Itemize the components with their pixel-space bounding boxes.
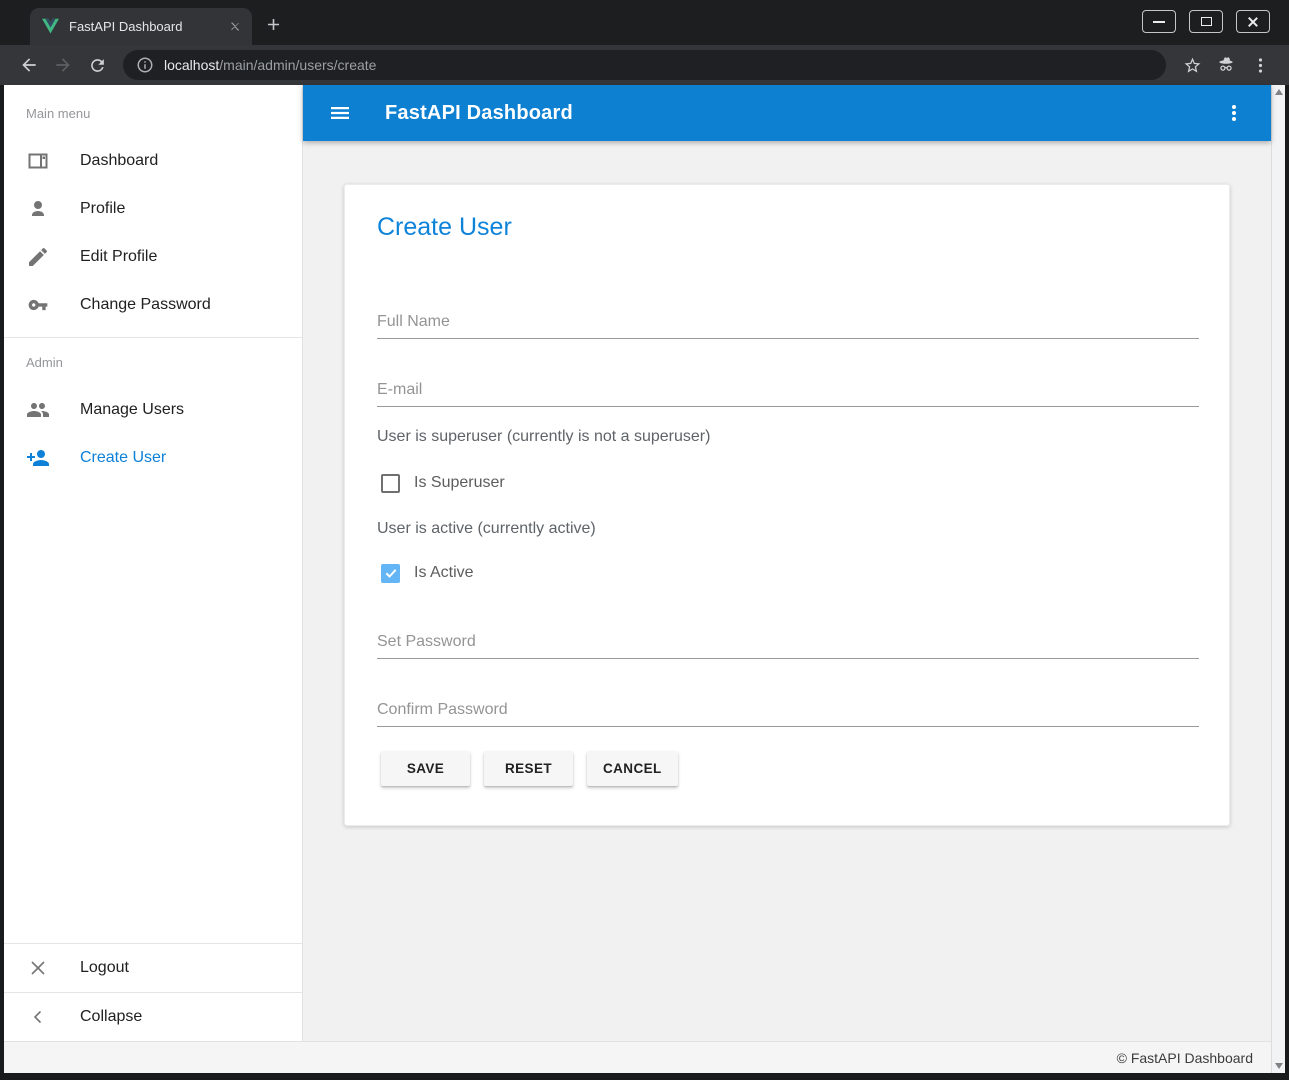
sidebar-item-manage-users[interactable]: Manage Users xyxy=(4,386,302,434)
dashboard-icon xyxy=(26,149,50,173)
sidebar-item-label: Change Password xyxy=(80,296,211,314)
email-field-wrapper xyxy=(377,373,1199,407)
superuser-checkbox-row: Is Superuser xyxy=(381,471,505,495)
sidebar-item-label: Dashboard xyxy=(80,152,158,170)
bookmark-star-icon[interactable] xyxy=(1178,51,1206,79)
superuser-checkbox[interactable] xyxy=(381,474,400,493)
full-name-input[interactable] xyxy=(377,305,1199,338)
browser-menu-icon[interactable] xyxy=(1246,51,1274,79)
sidebar-section-header-main-menu: Main menu xyxy=(4,89,302,137)
sidebar: Main menu Dashboard Profile xyxy=(4,85,303,1041)
active-hint: User is active (currently active) xyxy=(377,517,596,541)
logout-x-icon xyxy=(26,956,50,980)
browser-toolbar: localhost/main/admin/users/create xyxy=(0,45,1289,85)
sidebar-item-label: Logout xyxy=(80,959,129,977)
site-info-icon[interactable] xyxy=(136,56,154,74)
set-password-field-wrapper xyxy=(377,625,1199,659)
url-path: /main/admin/users/create xyxy=(219,57,376,73)
sidebar-item-create-user[interactable]: Create User xyxy=(4,434,302,482)
superuser-checkbox-label[interactable]: Is Superuser xyxy=(414,474,505,492)
key-icon xyxy=(26,293,50,317)
email-input[interactable] xyxy=(377,373,1199,406)
active-checkbox-label[interactable]: Is Active xyxy=(414,564,474,582)
sidebar-item-dashboard[interactable]: Dashboard xyxy=(4,137,302,185)
chevron-left-icon xyxy=(26,1005,50,1029)
active-checkbox-row: Is Active xyxy=(381,561,474,585)
sidebar-item-change-password[interactable]: Change Password xyxy=(4,281,302,329)
sidebar-item-label: Profile xyxy=(80,200,125,218)
browser-titlebar: FastAPI Dashboard xyxy=(0,0,1289,45)
new-tab-button[interactable] xyxy=(262,13,284,35)
cancel-button[interactable]: CANCEL xyxy=(587,751,678,786)
close-icon xyxy=(1247,16,1259,28)
tab-title: FastAPI Dashboard xyxy=(69,19,226,34)
page-body: Main menu Dashboard Profile xyxy=(4,85,1285,1073)
vue-logo-icon xyxy=(42,18,59,35)
reset-button[interactable]: RESET xyxy=(484,751,573,786)
create-user-card: Create User User is superuser (currently… xyxy=(344,184,1230,826)
hamburger-menu-icon[interactable] xyxy=(328,101,352,125)
person-icon xyxy=(26,197,50,221)
url-bar[interactable]: localhost/main/admin/users/create xyxy=(123,50,1166,80)
sidebar-item-label: Edit Profile xyxy=(80,248,157,266)
sidebar-item-label: Create User xyxy=(80,449,166,467)
full-name-field-wrapper xyxy=(377,305,1199,339)
reload-button[interactable] xyxy=(83,51,111,79)
sidebar-section-header-admin: Admin xyxy=(4,338,302,386)
content-area: FastAPI Dashboard Create User xyxy=(303,85,1271,1041)
minimize-icon xyxy=(1153,21,1165,23)
window-minimize-button[interactable] xyxy=(1142,10,1176,33)
checkmark-icon xyxy=(384,566,398,580)
forward-button[interactable] xyxy=(49,51,77,79)
page-footer: © FastAPI Dashboard xyxy=(4,1041,1271,1073)
form-buttons-row: SAVE RESET CANCEL xyxy=(381,751,678,786)
sidebar-item-collapse[interactable]: Collapse xyxy=(4,993,302,1041)
window-controls xyxy=(1142,10,1270,33)
back-button[interactable] xyxy=(15,51,43,79)
sidebar-item-label: Collapse xyxy=(80,1008,142,1026)
maximize-icon xyxy=(1201,17,1212,26)
app-title: FastAPI Dashboard xyxy=(385,102,573,125)
person-add-icon xyxy=(26,446,50,470)
sidebar-item-profile[interactable]: Profile xyxy=(4,185,302,233)
scroll-up-arrow-icon[interactable] xyxy=(1275,89,1283,95)
confirm-password-field-wrapper xyxy=(377,693,1199,727)
window-close-button[interactable] xyxy=(1236,10,1270,33)
sidebar-item-logout[interactable]: Logout xyxy=(4,944,302,992)
browser-window: FastAPI Dashboard localhost/m xyxy=(0,0,1289,1080)
sidebar-item-label: Manage Users xyxy=(80,401,184,419)
superuser-hint: User is superuser (currently is not a su… xyxy=(377,425,710,449)
url-host: localhost xyxy=(164,57,219,73)
browser-tab[interactable]: FastAPI Dashboard xyxy=(30,8,252,45)
people-icon xyxy=(26,398,50,422)
pencil-icon xyxy=(26,245,50,269)
scrollbar[interactable] xyxy=(1271,85,1285,1073)
page-background: Create User User is superuser (currently… xyxy=(303,141,1271,1041)
copyright-text: © FastAPI Dashboard xyxy=(1117,1050,1253,1066)
page-title: Create User xyxy=(377,213,512,242)
app-bar: FastAPI Dashboard xyxy=(303,85,1271,141)
sidebar-item-edit-profile[interactable]: Edit Profile xyxy=(4,233,302,281)
app-menu-icon[interactable] xyxy=(1222,101,1246,125)
active-checkbox[interactable] xyxy=(381,564,400,583)
confirm-password-input[interactable] xyxy=(377,693,1199,726)
scroll-down-arrow-icon[interactable] xyxy=(1275,1063,1283,1069)
tab-close-icon[interactable] xyxy=(226,18,244,36)
save-button[interactable]: SAVE xyxy=(381,751,470,786)
window-maximize-button[interactable] xyxy=(1189,10,1223,33)
set-password-input[interactable] xyxy=(377,625,1199,658)
incognito-icon xyxy=(1212,51,1240,79)
